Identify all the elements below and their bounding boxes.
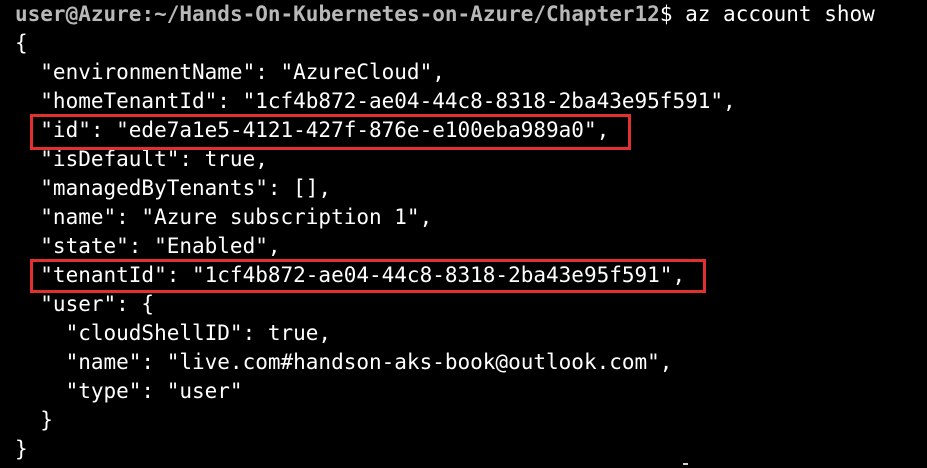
prompt-separator: : — [141, 2, 155, 26]
output-line-open-brace: { — [15, 31, 28, 55]
output-line-environment-name: "environmentName": "AzureCloud", — [15, 60, 445, 84]
prompt-line: user@Azure:~/Hands-On-Kubernetes-on-Azur… — [15, 0, 875, 29]
output-line-user-name: "name": "live.com#handson-aks-book@outlo… — [15, 350, 673, 374]
command-text: az account show — [672, 2, 875, 26]
output-line-user-open: "user": { — [15, 292, 155, 316]
output-line-managed-by-tenants: "managedByTenants": [], — [15, 176, 332, 200]
prompt-user-host: user@Azure — [15, 2, 142, 26]
terminal-window[interactable]: user@Azure:~/Hands-On-Kubernetes-on-Azur… — [0, 0, 927, 468]
prompt-path: ~/Hands-On-Kubernetes-on-Azure/Chapter12 — [154, 2, 660, 26]
output-line-home-tenant-id: "homeTenantId": "1cf4b872-ae04-44c8-8318… — [15, 89, 736, 113]
output-line-user-close: } — [15, 408, 53, 432]
id-highlight-box — [30, 114, 631, 150]
prompt-symbol: $ — [659, 2, 673, 26]
output-line-cloud-shell-id: "cloudShellID": true, — [15, 321, 332, 345]
output-line-state: "state": "Enabled", — [15, 234, 281, 258]
terminal-cursor — [683, 463, 688, 465]
output-line-close-brace: } — [15, 437, 28, 461]
output-line-name: "name": "Azure subscription 1", — [15, 205, 433, 229]
output-line-user-type: "type": "user" — [15, 379, 243, 403]
tenant-id-highlight-box — [30, 259, 706, 293]
